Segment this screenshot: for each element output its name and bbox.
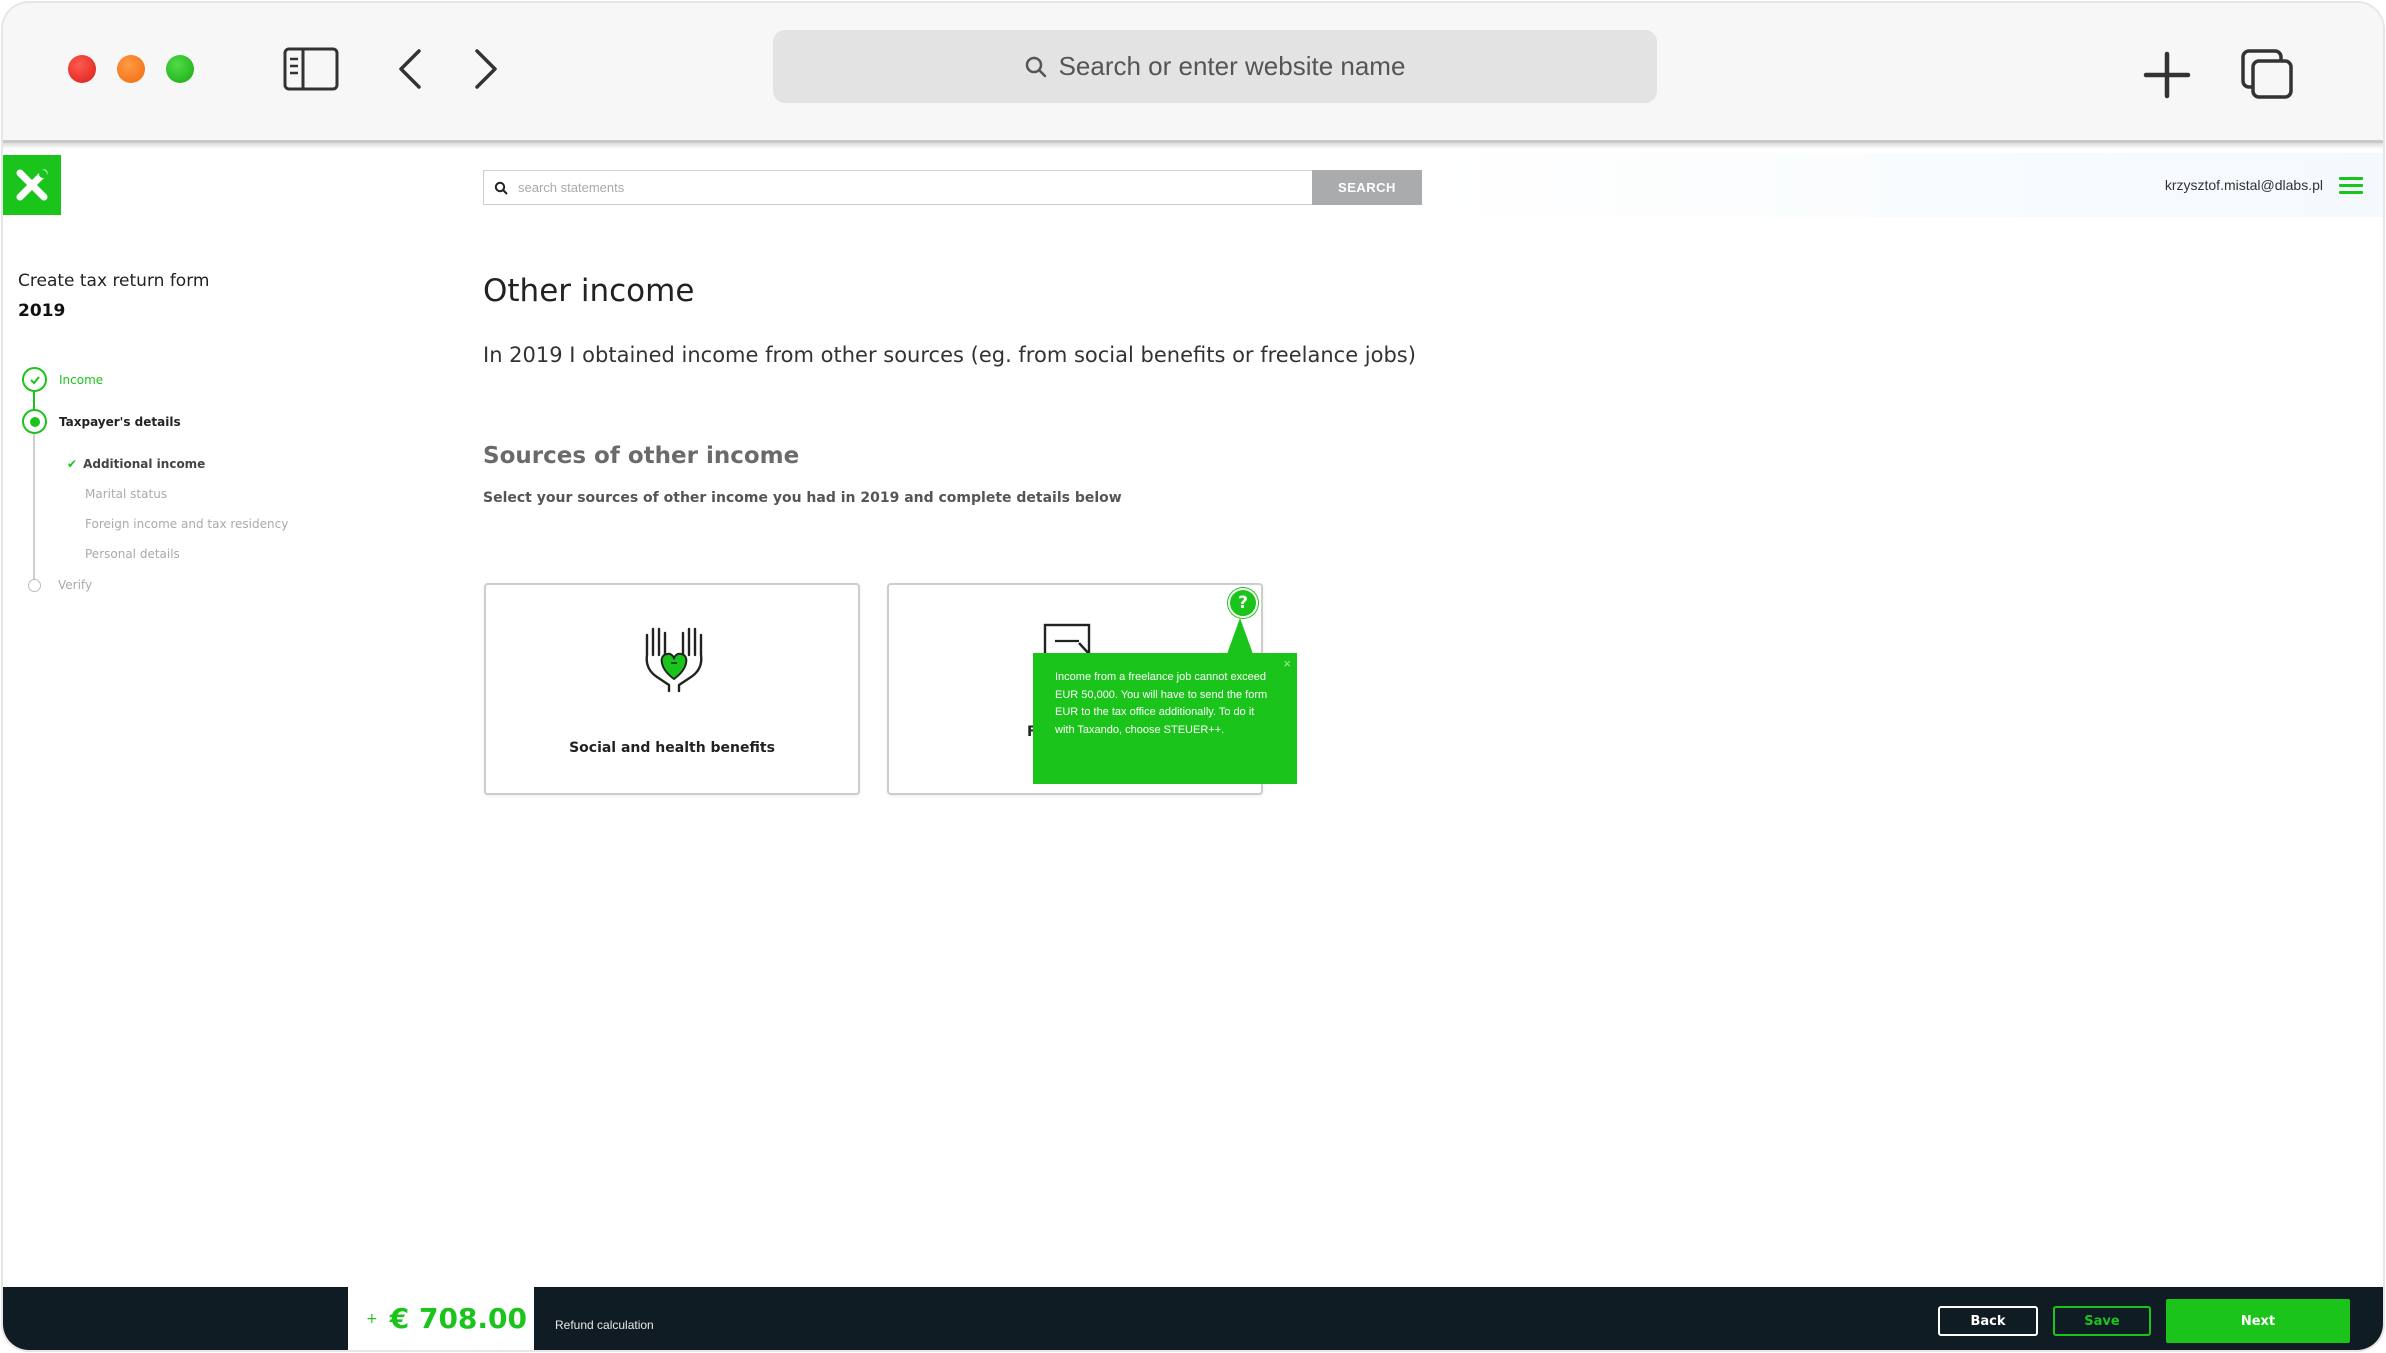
source-card-social-health[interactable]: Social and health benefits: [484, 583, 860, 795]
income-question: In 2019 I obtained income from other sou…: [483, 343, 1416, 367]
freelance-info-tooltip: × Income from a freelance job cannot exc…: [1033, 653, 1297, 784]
back-button[interactable]: Back: [1938, 1306, 2038, 1336]
section-title: Sources of other income: [483, 443, 800, 469]
page-title: Other income: [483, 273, 695, 309]
pending-step-icon: [28, 578, 41, 592]
refund-calculation-label[interactable]: Refund calculation: [555, 1318, 654, 1332]
refund-amount-box: + € 708.00: [348, 1287, 534, 1350]
substep-additional-income[interactable]: ✔ Additional income: [67, 457, 205, 471]
minimize-window-button[interactable]: [117, 55, 145, 83]
tooltip-arrow: [1227, 618, 1253, 654]
close-window-button[interactable]: [68, 55, 96, 83]
substep-additional-income-label: Additional income: [83, 457, 206, 471]
app-logo[interactable]: [3, 155, 61, 215]
section-description: Select your sources of other income you …: [483, 490, 1122, 506]
search-button[interactable]: SEARCH: [1312, 170, 1422, 205]
next-button[interactable]: Next: [2166, 1299, 2350, 1343]
save-button[interactable]: Save: [2053, 1306, 2151, 1336]
search-placeholder: search statements: [518, 180, 625, 195]
substep-personal-details[interactable]: Personal details: [85, 547, 180, 561]
hands-heart-icon: [645, 627, 703, 693]
search-icon: [1025, 56, 1046, 77]
refund-sign: +: [366, 1310, 378, 1327]
sidebar-title: Create tax return form: [18, 271, 210, 291]
sidebar-toggle-icon[interactable]: [283, 47, 339, 91]
logo-icon: [16, 169, 48, 201]
tooltip-text: Income from a freelance job cannot excee…: [1055, 671, 1268, 736]
tabs-overview-icon[interactable]: [2241, 49, 2295, 101]
browser-toolbar: Search or enter website name: [3, 3, 2383, 149]
refund-amount: € 708.00: [389, 1302, 528, 1335]
step-verify-label: Verify: [58, 578, 93, 592]
substep-foreign-income[interactable]: Foreign income and tax residency: [85, 517, 288, 531]
step-taxpayer-details[interactable]: Taxpayer's details: [22, 409, 181, 434]
source-card-label: Social and health benefits: [569, 740, 775, 756]
checkmark-icon: ✔: [67, 457, 78, 471]
browser-window: Search or enter website name search stat…: [3, 3, 2383, 1350]
maximize-window-button[interactable]: [166, 55, 194, 83]
forward-arrow-icon[interactable]: [471, 47, 501, 91]
app-root: search statements SEARCH krzysztof.mista…: [3, 153, 2383, 1350]
step-taxpayer-details-label: Taxpayer's details: [59, 414, 181, 429]
search-icon: [494, 181, 508, 195]
step-income-label: Income: [59, 372, 104, 387]
sidebar-year: 2019: [18, 301, 66, 321]
hamburger-menu-icon[interactable]: [2339, 177, 2363, 195]
statements-search-input[interactable]: search statements: [483, 170, 1313, 205]
help-icon[interactable]: ?: [1228, 588, 1258, 618]
address-bar[interactable]: Search or enter website name: [773, 30, 1657, 103]
step-verify[interactable]: Verify: [28, 578, 92, 592]
address-placeholder: Search or enter website name: [1058, 51, 1406, 81]
user-email[interactable]: krzysztof.mistal@dlabs.pl: [2165, 177, 2323, 193]
close-icon[interactable]: ×: [1283, 655, 1291, 673]
new-tab-icon[interactable]: [2143, 51, 2191, 99]
current-step-icon: [22, 409, 47, 434]
back-arrow-icon[interactable]: [395, 47, 425, 91]
substep-marital-status[interactable]: Marital status: [85, 487, 167, 501]
step-income[interactable]: Income: [22, 367, 103, 392]
check-circle-icon: [22, 367, 47, 392]
